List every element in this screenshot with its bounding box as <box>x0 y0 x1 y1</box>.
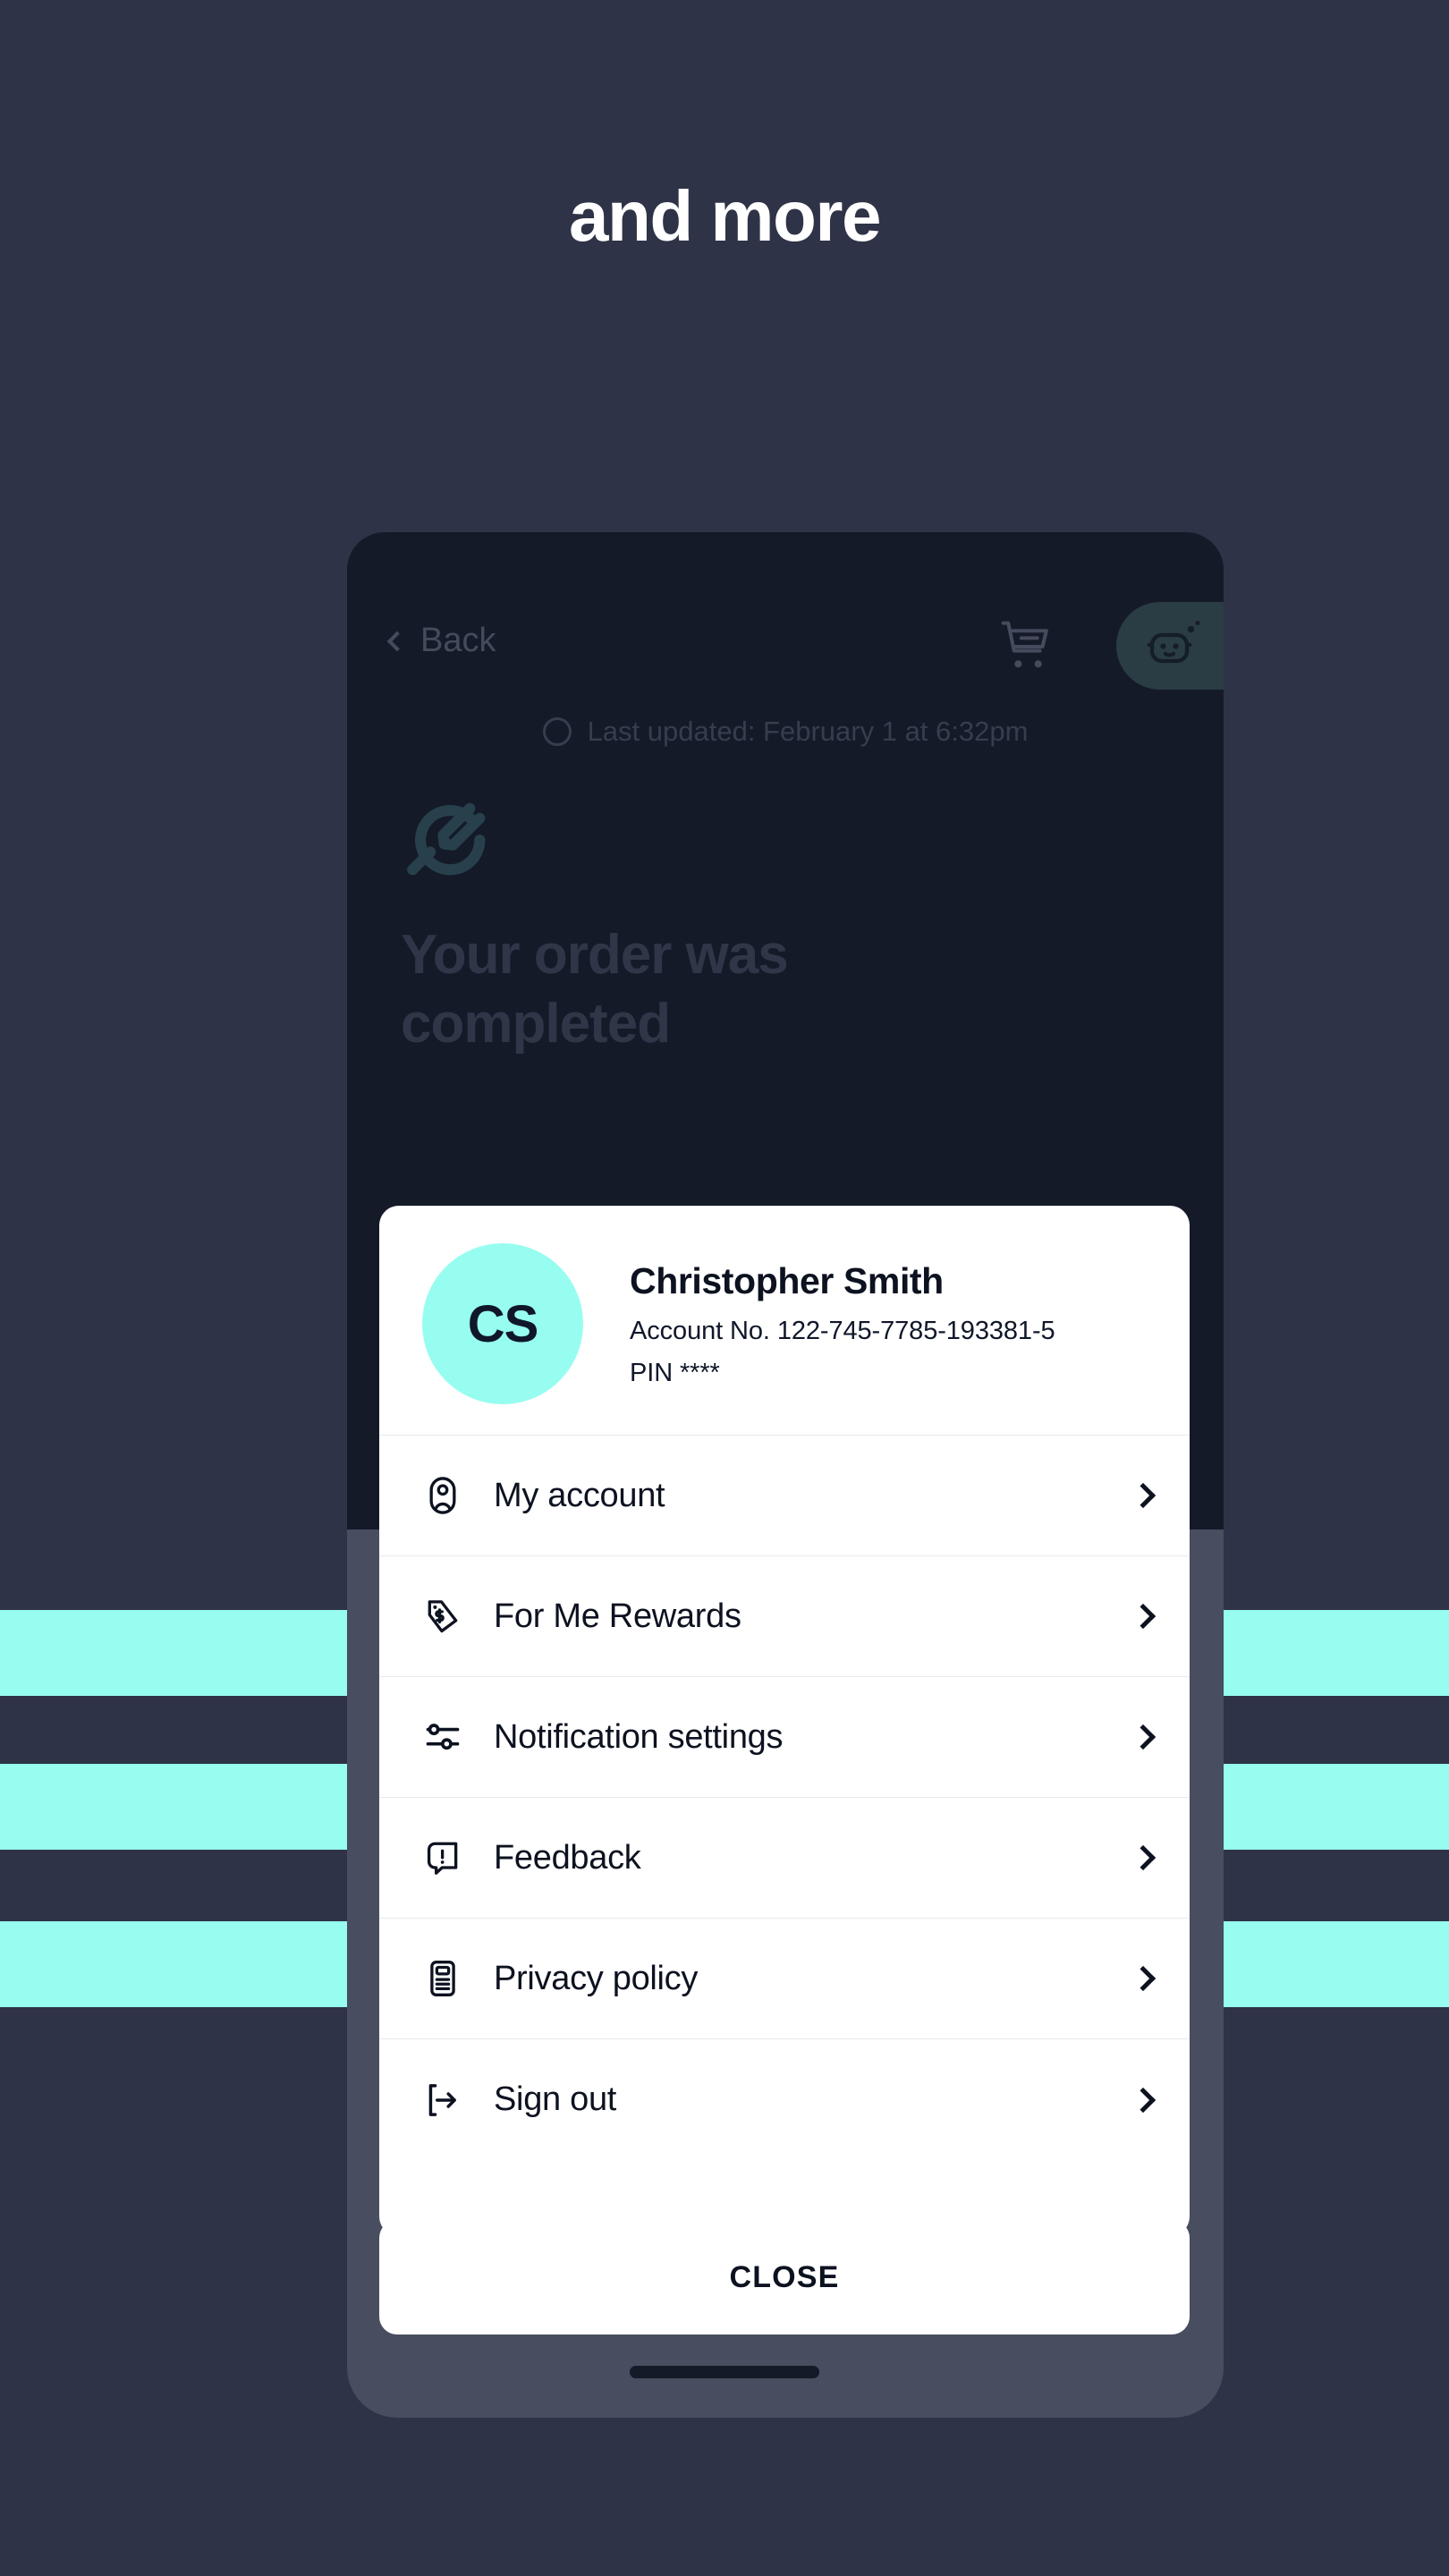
app-topbar: Back <box>347 602 1224 702</box>
account-sheet-header: CS Christopher Smith Account No. 122-745… <box>379 1206 1190 1435</box>
last-updated-status: Last updated: February 1 at 6:32pm <box>347 716 1224 748</box>
menu-item-label: Feedback <box>494 1838 641 1877</box>
chat-alert-icon <box>422 1838 463 1877</box>
price-tag-dollar-icon <box>422 1597 463 1636</box>
close-button[interactable]: CLOSE <box>379 2220 1190 2334</box>
chevron-right-icon <box>1130 1844 1157 1871</box>
account-number: Account No. 122-745-7785-193381-5 <box>630 1316 1055 1345</box>
menu-item-notification-settings[interactable]: Notification settings <box>379 1677 1190 1798</box>
order-status-heading: Your order was completed <box>401 924 789 1055</box>
screenshot-root: and more Back Last updated: February 1 a… <box>0 0 1449 2576</box>
chat-bot-icon <box>1147 617 1206 675</box>
refresh-icon <box>542 717 572 746</box>
chevron-right-icon <box>1130 1965 1157 1992</box>
account-identity: Christopher Smith Account No. 122-745-77… <box>630 1260 1055 1388</box>
account-pin: PIN **** <box>630 1358 720 1387</box>
logout-icon <box>422 2080 463 2120</box>
menu-item-label: Sign out <box>494 2080 617 2118</box>
chevron-right-icon <box>1130 1603 1157 1630</box>
shopping-cart-icon[interactable] <box>998 616 1054 680</box>
home-indicator <box>630 2366 819 2378</box>
wrench-swoosh-logo-icon <box>401 801 496 900</box>
avatar-initials: CS <box>467 1294 539 1353</box>
page-headline: and more <box>568 176 882 256</box>
chevron-left-icon <box>386 631 408 651</box>
menu-item-label: My account <box>494 1476 665 1514</box>
back-button-label: Back <box>420 622 496 659</box>
avatar: CS <box>422 1243 583 1404</box>
assistant-button[interactable] <box>1116 602 1224 690</box>
menu-item-feedback[interactable]: Feedback <box>379 1798 1190 1919</box>
menu-item-label: Privacy policy <box>494 1959 699 1997</box>
document-icon <box>422 1959 463 1998</box>
menu-item-label: For Me Rewards <box>494 1597 741 1635</box>
back-button[interactable]: Back <box>386 622 496 660</box>
chevron-right-icon <box>1130 2087 1157 2113</box>
sliders-icon <box>422 1717 463 1757</box>
menu-item-my-account[interactable]: My account <box>379 1436 1190 1556</box>
last-updated-text: Last updated: February 1 at 6:32pm <box>587 716 1029 747</box>
customer-name: Christopher Smith <box>630 1259 944 1301</box>
account-menu: My account For Me Rewards Notification s… <box>379 1435 1190 2160</box>
menu-item-for-me-rewards[interactable]: For Me Rewards <box>379 1556 1190 1677</box>
menu-item-sign-out[interactable]: Sign out <box>379 2039 1190 2160</box>
chevron-right-icon <box>1130 1724 1157 1750</box>
user-circle-icon <box>422 1476 463 1515</box>
account-sheet: CS Christopher Smith Account No. 122-745… <box>379 1206 1190 2236</box>
menu-item-privacy-policy[interactable]: Privacy policy <box>379 1919 1190 2039</box>
chevron-right-icon <box>1130 1482 1157 1509</box>
menu-item-label: Notification settings <box>494 1717 784 1756</box>
